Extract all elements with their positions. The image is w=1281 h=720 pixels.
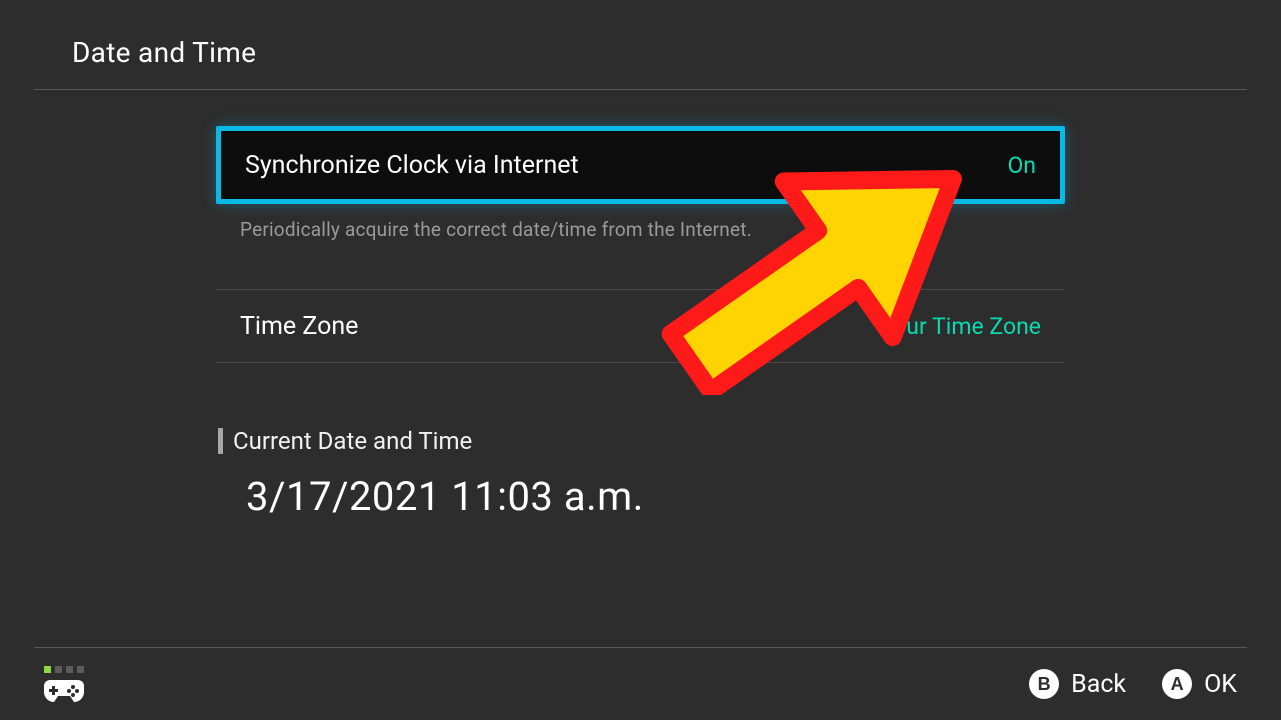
back-label: Back <box>1071 670 1126 699</box>
sync-clock-label: Synchronize Clock via Internet <box>245 151 579 180</box>
timezone-label: Time Zone <box>240 312 358 341</box>
page-title: Date and Time <box>72 36 1281 69</box>
b-button-icon: B <box>1029 669 1059 699</box>
header-divider <box>34 89 1247 90</box>
current-datetime-header: Current Date and Time <box>216 427 1065 455</box>
sync-clock-description: Periodically acquire the correct date/ti… <box>216 206 1065 241</box>
ok-hint[interactable]: A OK <box>1162 669 1237 699</box>
footer-bar: B Back A OK <box>0 648 1281 720</box>
ok-label: OK <box>1204 670 1237 699</box>
sync-clock-row[interactable]: Synchronize Clock via Internet On <box>216 126 1065 206</box>
timezone-value: Your Time Zone <box>880 313 1041 340</box>
settings-panel: Synchronize Clock via Internet On Period… <box>216 126 1065 520</box>
header: Date and Time <box>0 0 1281 69</box>
timezone-row[interactable]: Time Zone Your Time Zone <box>216 290 1065 362</box>
player-dots-icon <box>44 666 84 673</box>
back-hint[interactable]: B Back <box>1029 669 1126 699</box>
controller-indicator <box>44 666 84 703</box>
current-datetime-value: 3/17/2021 11:03 a.m. <box>216 473 1065 520</box>
controller-icon <box>44 677 84 703</box>
sync-clock-value: On <box>1007 152 1036 179</box>
a-button-icon: A <box>1162 669 1192 699</box>
section-bar-icon <box>218 428 223 454</box>
current-datetime-title: Current Date and Time <box>233 427 472 455</box>
